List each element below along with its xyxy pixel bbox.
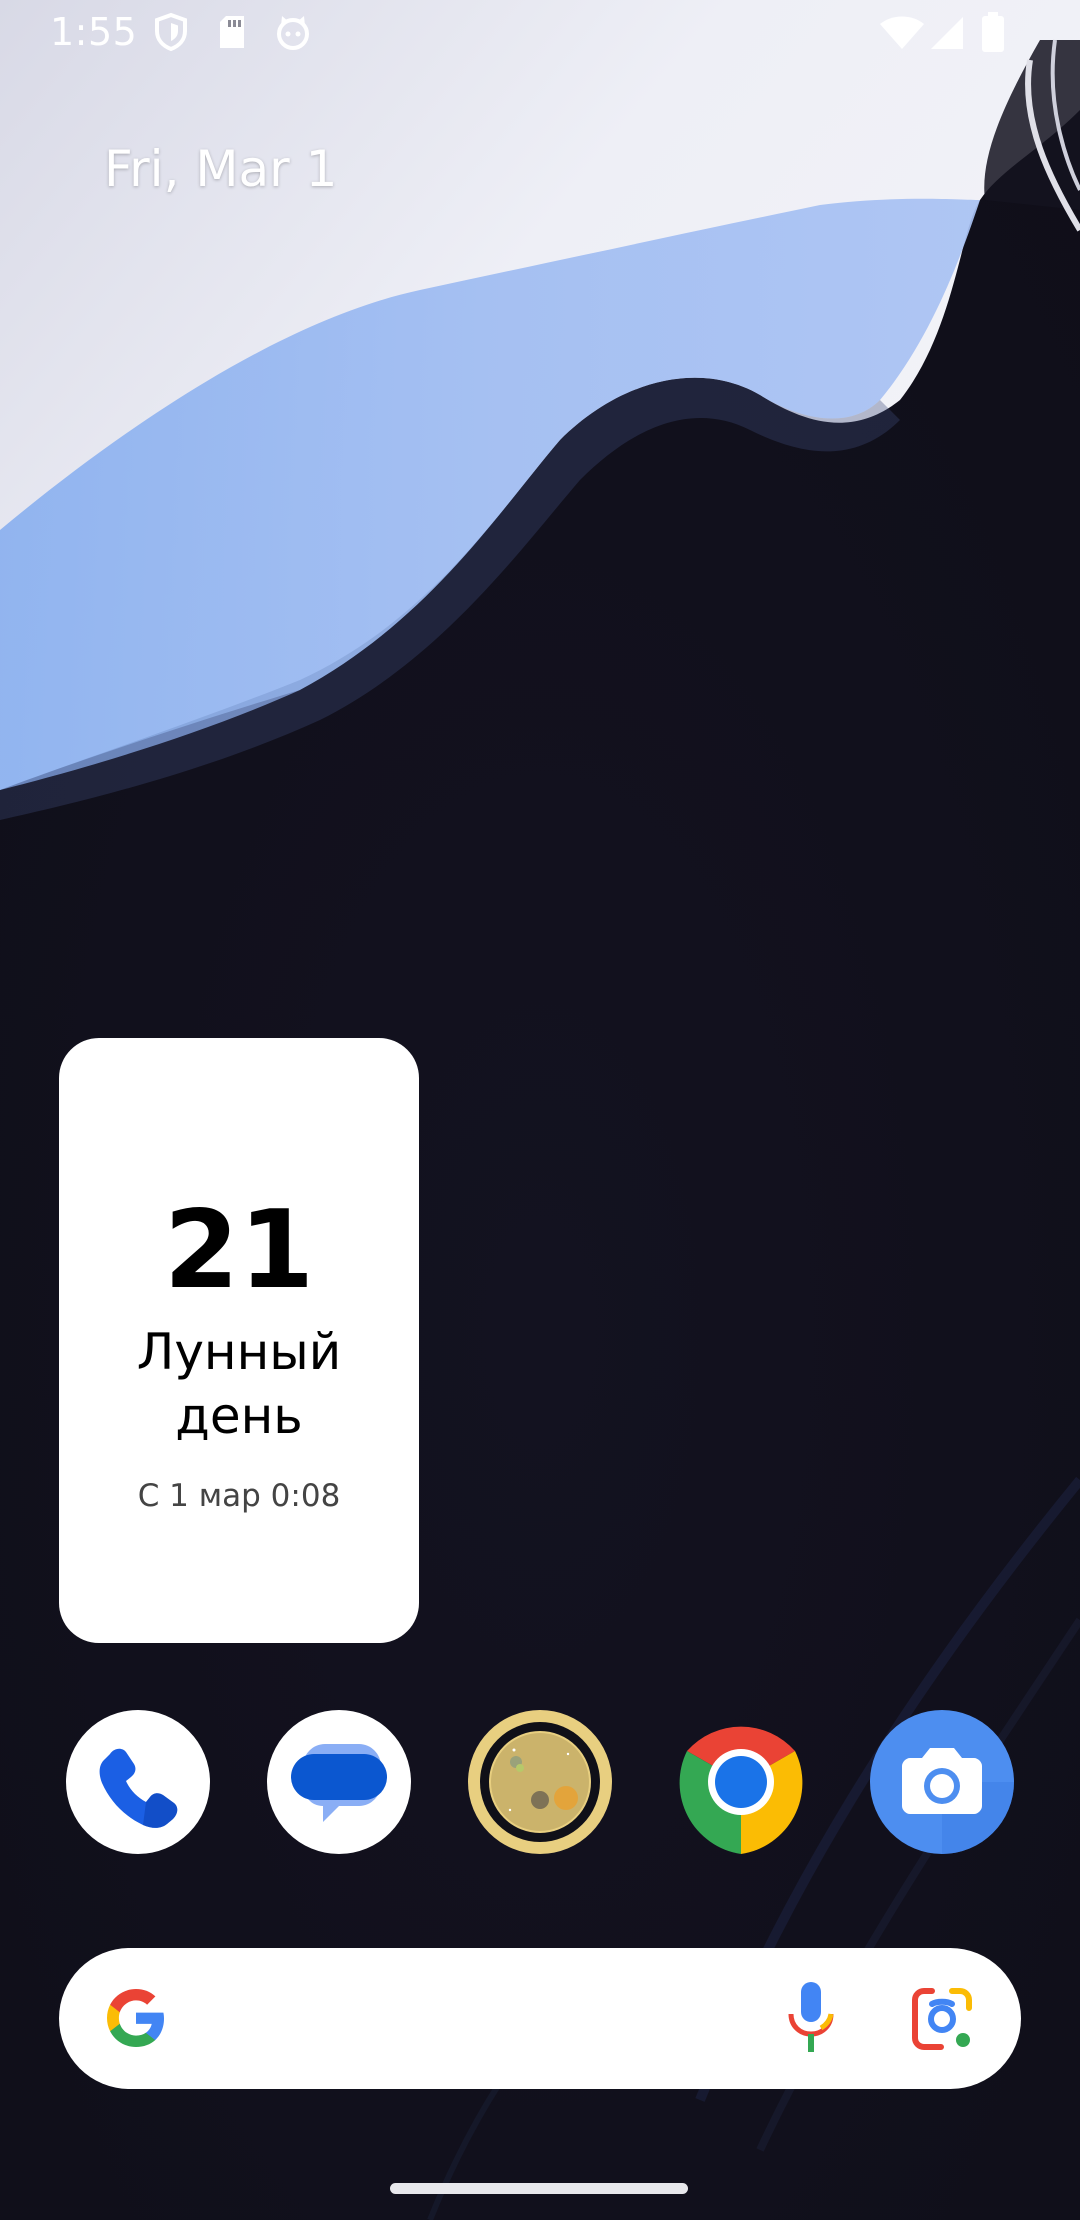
camera-app-icon[interactable]	[870, 1710, 1014, 1854]
wifi-icon	[880, 16, 924, 49]
lunar-day-number: 21	[163, 1188, 315, 1313]
battery-icon	[982, 12, 1004, 52]
google-search-bar[interactable]	[59, 1948, 1021, 2089]
microphone-icon[interactable]	[781, 1978, 841, 2058]
google-lens-icon[interactable]	[907, 1984, 977, 2054]
camera-icon	[902, 1748, 1014, 1854]
messages-icon	[291, 1744, 387, 1822]
navigation-gesture-handle[interactable]	[390, 2183, 688, 2194]
sd-card-icon	[220, 16, 244, 48]
status-bar: 1:55	[0, 0, 1080, 66]
home-screen: 1:55 Fri, Mar 1 21 Лунный день С 1 мар 0…	[0, 0, 1080, 2220]
phone-app-icon[interactable]	[66, 1710, 210, 1854]
lunar-day-start-time: С 1 мар 0:08	[137, 1478, 341, 1514]
moon-app-icon-graphic	[480, 1722, 600, 1842]
messages-app-icon[interactable]	[267, 1710, 411, 1854]
google-g-icon[interactable]	[101, 1983, 171, 2053]
phone-icon	[99, 1748, 178, 1828]
shield-icon	[155, 12, 187, 52]
moon-app-icon[interactable]	[468, 1710, 612, 1854]
chrome-icon	[679, 1726, 803, 1854]
lunar-day-label: Лунный день	[136, 1323, 342, 1445]
lunar-day-widget[interactable]: 21 Лунный день С 1 мар 0:08	[59, 1038, 419, 1643]
cellular-signal-icon	[931, 17, 963, 49]
cat-face-icon	[277, 16, 309, 50]
chrome-app-icon[interactable]	[669, 1710, 813, 1854]
status-time: 1:55	[50, 10, 138, 54]
home-date[interactable]: Fri, Mar 1	[104, 140, 337, 198]
